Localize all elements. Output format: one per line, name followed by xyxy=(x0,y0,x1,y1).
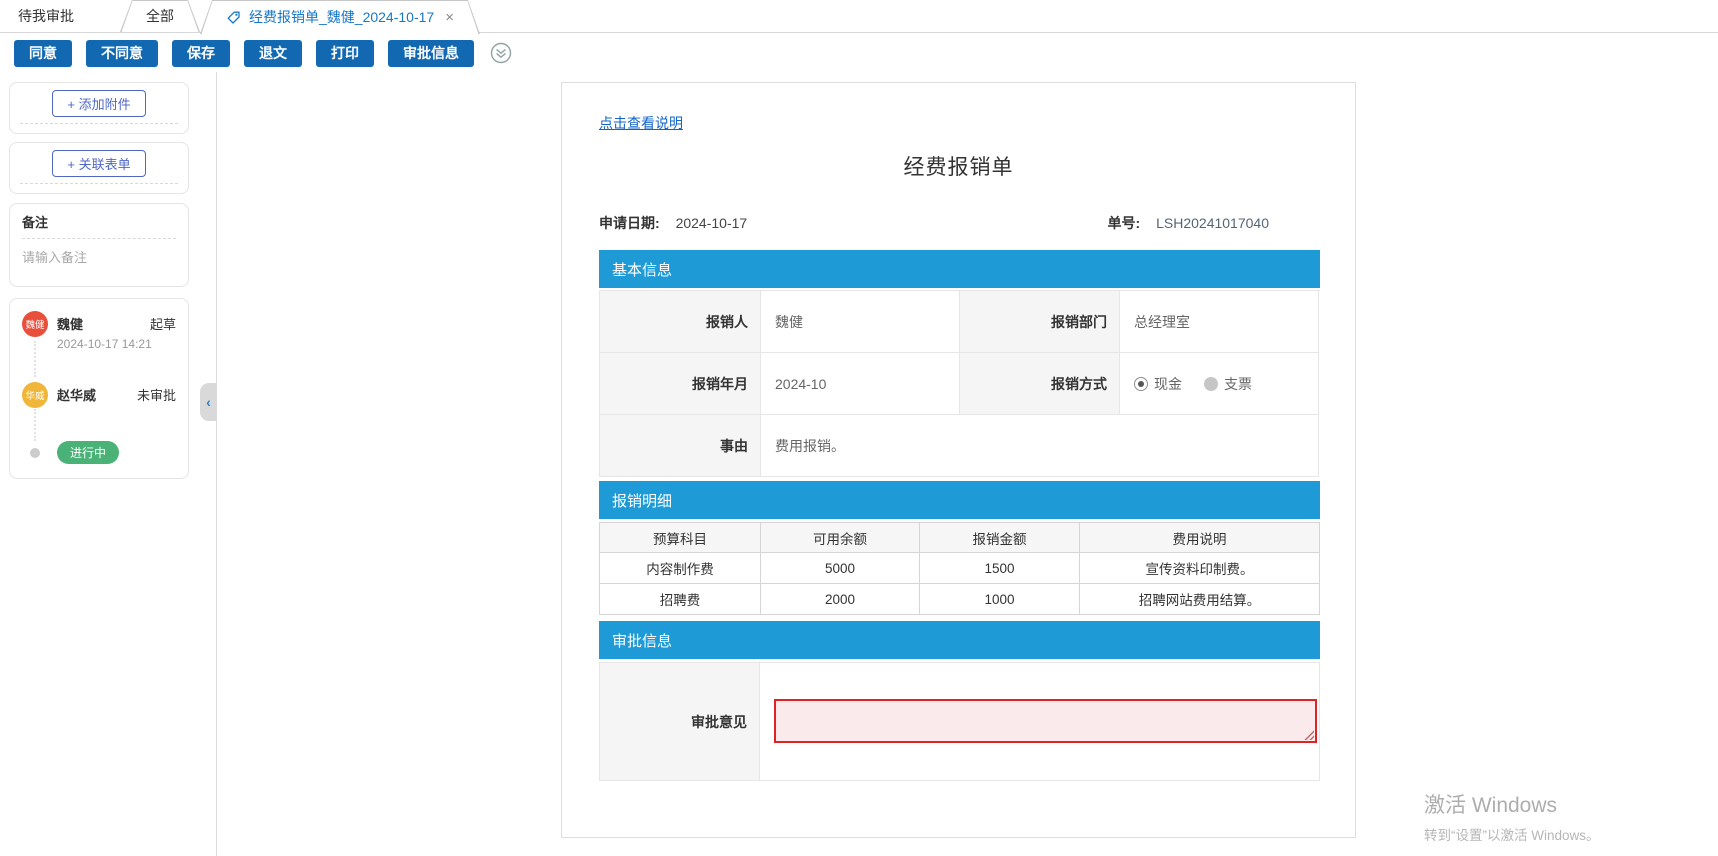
approval-comment-label: 审批意见 xyxy=(600,663,760,780)
save-button[interactable]: 保存 xyxy=(172,40,230,67)
sidebar: + 添加附件 + 关联表单 备注 请输入备注 魏健 魏健 起草 2024-10-… xyxy=(9,82,189,479)
reason-label: 事由 xyxy=(600,415,761,477)
section-header-approval: 审批信息 xyxy=(599,621,1320,659)
module-title: 待我审批 xyxy=(18,6,74,26)
month-label: 报销年月 xyxy=(600,353,761,415)
approval-comment-textarea[interactable] xyxy=(774,699,1317,743)
approval-info-button[interactable]: 审批信息 xyxy=(388,40,474,67)
note-card: 备注 请输入备注 xyxy=(9,203,189,287)
payment-method-group: 现金 支票 xyxy=(1134,374,1252,394)
basic-info-grid: 报销人 魏健 报销部门 总经理室 报销年月 2024-10 报销方式 现金 支票… xyxy=(599,290,1320,477)
watermark-line2: 转到“设置”以激活 Windows。 xyxy=(1424,824,1600,844)
applicant-label: 报销人 xyxy=(600,291,761,353)
flow-step-status: 起草 xyxy=(150,314,176,333)
radio-cash[interactable]: 现金 xyxy=(1134,374,1182,394)
tab-all[interactable]: 全部 xyxy=(120,0,200,32)
flow-step-name: 赵华威 xyxy=(57,385,96,404)
windows-activation-watermark: 激活 Windows 转到“设置”以激活 Windows。 xyxy=(1424,789,1600,844)
payment-method-label: 报销方式 xyxy=(960,353,1120,415)
add-attachment-button[interactable]: + 添加附件 xyxy=(52,90,145,117)
expense-form-panel: 点击查看说明 经费报销单 申请日期: 2024-10-17 单号: LSH202… xyxy=(561,82,1356,838)
close-tab-icon[interactable]: × xyxy=(445,10,454,25)
disagree-button[interactable]: 不同意 xyxy=(86,40,158,67)
applicant-value: 魏健 xyxy=(761,291,960,353)
table-header-row: 预算科目 可用余额 报销金额 费用说明 xyxy=(600,523,1320,553)
link-form-button[interactable]: + 关联表单 xyxy=(52,150,145,177)
column-header: 可用余额 xyxy=(761,523,920,553)
department-label: 报销部门 xyxy=(960,291,1120,353)
status-badge: 进行中 xyxy=(57,441,119,464)
flow-step-name: 魏健 xyxy=(57,314,83,333)
avatar: 魏健 xyxy=(22,311,48,337)
flow-connector xyxy=(34,409,36,441)
attachment-card: + 添加附件 xyxy=(9,82,189,134)
avatar: 华威 xyxy=(22,382,48,408)
divider xyxy=(20,183,178,184)
flow-step-time: 2024-10-17 14:21 xyxy=(57,337,176,351)
section-header-basic: 基本信息 xyxy=(599,250,1320,288)
collapse-sidebar-handle[interactable]: ‹ xyxy=(200,383,217,421)
flow-current: 进行中 xyxy=(22,441,119,464)
tab-expense-form[interactable]: 经费报销单_魏健_2024-10-17 × xyxy=(200,0,480,34)
action-toolbar: 同意 不同意 保存 退文 打印 审批信息 xyxy=(0,34,1718,72)
flow-step-1: 魏健 魏健 起草 2024-10-17 14:21 xyxy=(22,311,176,351)
table-row: 招聘费 2000 1000 招聘网站费用结算。 xyxy=(600,584,1320,615)
month-value: 2024-10 xyxy=(761,353,960,415)
radio-selected-icon xyxy=(1134,377,1148,391)
table-cell: 招聘网站费用结算。 xyxy=(1080,584,1320,615)
print-button[interactable]: 打印 xyxy=(316,40,374,67)
form-meta-row: 申请日期: 2024-10-17 单号: LSH20241017040 xyxy=(599,213,1319,233)
column-header: 预算科目 xyxy=(600,523,761,553)
related-form-card: + 关联表单 xyxy=(9,142,189,194)
serial-value: LSH20241017040 xyxy=(1156,215,1269,231)
tag-icon xyxy=(226,10,241,25)
table-cell: 宣传资料印制费。 xyxy=(1080,553,1320,584)
divider xyxy=(20,123,178,124)
return-document-button[interactable]: 退文 xyxy=(244,40,302,67)
note-input[interactable]: 请输入备注 xyxy=(22,247,176,266)
tab-bar: 待我审批 全部 经费报销单_魏健_2024-10-17 × xyxy=(0,0,1718,33)
apply-date-label: 申请日期: xyxy=(599,215,660,231)
column-header: 报销金额 xyxy=(920,523,1080,553)
flow-step-status: 未审批 xyxy=(137,385,176,404)
section-header-detail: 报销明细 xyxy=(599,481,1320,519)
form-title: 经费报销单 xyxy=(562,151,1355,181)
apply-date-value: 2024-10-17 xyxy=(676,215,748,231)
watermark-line1: 激活 Windows xyxy=(1424,789,1600,819)
radio-cheque[interactable]: 支票 xyxy=(1204,374,1252,394)
flow-step-2: 华威 赵华威 未审批 xyxy=(22,382,176,408)
expense-detail-table: 预算科目 可用余额 报销金额 费用说明 内容制作费 5000 1500 宣传资料… xyxy=(599,522,1320,615)
table-cell: 2000 xyxy=(761,584,920,615)
note-title: 备注 xyxy=(22,212,176,231)
table-cell: 5000 xyxy=(761,553,920,584)
more-actions-icon[interactable] xyxy=(490,42,512,64)
table-cell: 1500 xyxy=(920,553,1080,584)
flow-end-dot xyxy=(30,448,40,458)
table-cell: 内容制作费 xyxy=(600,553,761,584)
serial-label: 单号: xyxy=(1108,215,1141,231)
radio-unselected-icon xyxy=(1204,377,1218,391)
table-cell: 1000 xyxy=(920,584,1080,615)
agree-button[interactable]: 同意 xyxy=(14,40,72,67)
approval-comment-block: 审批意见 xyxy=(599,662,1320,781)
view-instructions-link[interactable]: 点击查看说明 xyxy=(599,113,683,133)
sidebar-divider xyxy=(216,72,217,856)
table-cell: 招聘费 xyxy=(600,584,761,615)
divider xyxy=(22,238,176,239)
approval-flow-card: 魏健 魏健 起草 2024-10-17 14:21 华威 赵华威 未审批 进行中 xyxy=(9,298,189,479)
reason-value: 费用报销。 xyxy=(761,415,1319,477)
table-row: 内容制作费 5000 1500 宣传资料印制费。 xyxy=(600,553,1320,584)
column-header: 费用说明 xyxy=(1080,523,1320,553)
department-value: 总经理室 xyxy=(1120,291,1319,353)
tab-label: 经费报销单_魏健_2024-10-17 xyxy=(249,7,434,27)
